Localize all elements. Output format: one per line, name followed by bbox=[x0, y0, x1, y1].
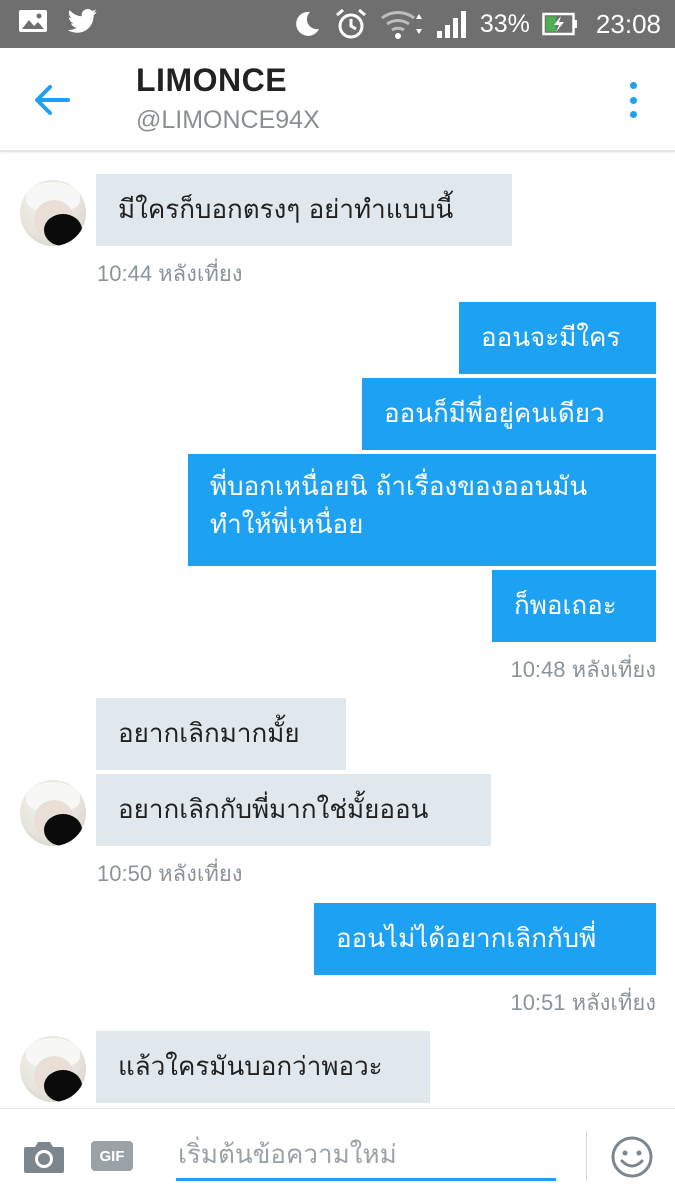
outgoing-message[interactable]: พี่บอกเหนื่อยนิ ถ้าเรื่องของออนมัน ทำให้… bbox=[188, 454, 656, 566]
conversation-header: LIMONCE @LIMONCE94X bbox=[0, 48, 675, 152]
avatar[interactable] bbox=[20, 780, 86, 846]
moon-icon bbox=[296, 11, 319, 36]
message-input[interactable] bbox=[176, 1131, 556, 1181]
avatar[interactable] bbox=[20, 180, 86, 246]
gif-button[interactable]: GIF bbox=[91, 1141, 133, 1171]
message-timestamp: 10:51 หลังเที่ยง bbox=[510, 990, 656, 1015]
incoming-message[interactable]: มีใครก็บอกตรงๆ อย่าทำแบบนี้ bbox=[96, 174, 512, 246]
contact-name[interactable]: LIMONCE bbox=[136, 62, 287, 99]
outgoing-message[interactable]: ออนก็มีพี่อยู่คนเดียว bbox=[362, 378, 656, 450]
message-timestamp: 10:50 หลังเที่ยง bbox=[97, 861, 243, 886]
incoming-message[interactable]: อยากเลิกมากมั้ย bbox=[96, 698, 346, 770]
alarm-icon bbox=[335, 8, 366, 39]
signal-icon bbox=[436, 11, 466, 38]
status-bar: 33% 23:08 bbox=[0, 0, 675, 48]
incoming-message[interactable]: อยากเลิกกับพี่มากใช่มั้ยออน bbox=[96, 774, 491, 846]
battery-percent: 33% bbox=[479, 9, 530, 38]
back-arrow-icon[interactable] bbox=[30, 78, 74, 122]
emoji-icon[interactable] bbox=[610, 1135, 654, 1179]
message-timestamp: 10:48 หลังเที่ยง bbox=[510, 657, 656, 682]
wifi-icon bbox=[380, 11, 422, 39]
more-vertical-icon[interactable] bbox=[620, 78, 646, 122]
contact-handle[interactable]: @LIMONCE94X bbox=[136, 106, 320, 135]
message-composer: GIF bbox=[0, 1108, 675, 1200]
gallery-icon bbox=[19, 10, 47, 32]
incoming-message[interactable]: แล้วใครมันบอกว่าพอวะ bbox=[96, 1031, 430, 1103]
composer-divider bbox=[586, 1131, 587, 1181]
status-time: 23:08 bbox=[595, 8, 661, 39]
outgoing-message[interactable]: ก็พอเถอะ bbox=[492, 570, 656, 642]
outgoing-message[interactable]: ออนจะมีใคร bbox=[459, 302, 656, 374]
battery-charging-icon bbox=[542, 12, 577, 36]
avatar[interactable] bbox=[20, 1036, 86, 1102]
outgoing-message[interactable]: ออนไม่ได้อยากเลิกกับพี่ bbox=[314, 903, 656, 975]
twitter-bird-icon bbox=[68, 8, 97, 33]
message-timestamp: 10:44 หลังเที่ยง bbox=[97, 261, 243, 286]
camera-icon[interactable] bbox=[22, 1139, 66, 1175]
